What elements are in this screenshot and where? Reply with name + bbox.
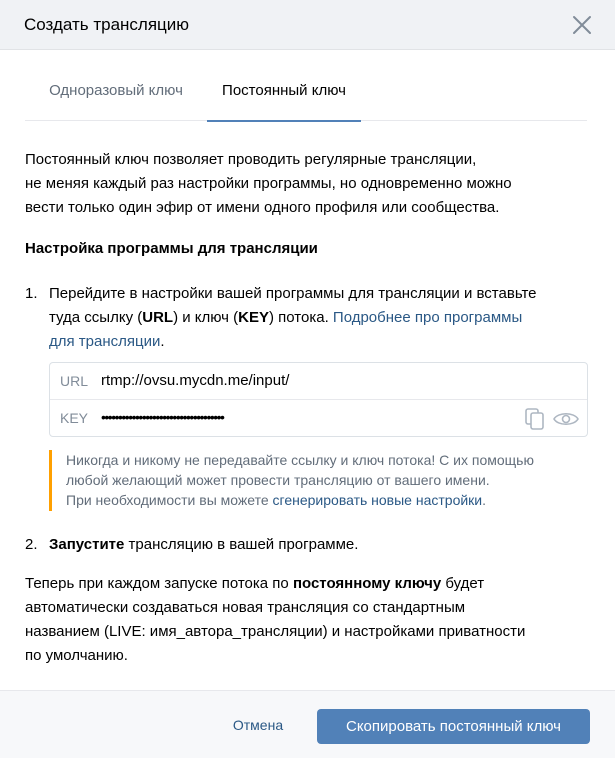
- step-1-text: Перейдите в настройки вашей программы дл…: [49, 282, 589, 354]
- dialog-title: Создать трансляцию: [24, 15, 190, 34]
- warning-line: любой желающий может провести трансляцию…: [66, 472, 490, 488]
- cancel-button[interactable]: Отмена: [214, 709, 302, 741]
- step-1-line: Перейдите в настройки вашей программы дл…: [49, 285, 537, 302]
- tab-permanent-key[interactable]: Постоянный ключ: [207, 73, 361, 122]
- permanent-key-term: постоянному ключу: [292, 575, 442, 592]
- step-1-line: для трансляции.: [49, 330, 589, 354]
- tab-one-time-key[interactable]: Одноразовый ключ: [25, 73, 207, 121]
- setup-title: Настройка программы для трансляции: [25, 240, 318, 257]
- text: ) потока.: [269, 309, 333, 326]
- warning-line: При необходимости вы можете сгенерироват…: [66, 490, 589, 510]
- text: При необходимости вы можете: [66, 492, 273, 508]
- final-line: Теперь при каждом запуске потока по пост…: [25, 572, 590, 596]
- final-line: автоматически создаваться новая трансляц…: [25, 599, 466, 616]
- final-line: названием (LIVE: имя_автора_трансляции) …: [25, 623, 526, 640]
- close-icon: [573, 16, 591, 34]
- key-value[interactable]: ••••••••••••••••••••••••••••••••••••: [101, 407, 225, 427]
- key-term: KEY: [238, 309, 269, 326]
- text: ) и ключ (: [173, 309, 239, 326]
- text: туда ссылку (: [49, 309, 143, 326]
- copy-icon: [525, 408, 544, 430]
- copy-permanent-key-button[interactable]: Скопировать постоянный ключ: [317, 709, 590, 744]
- step-1-number: 1.: [25, 285, 38, 302]
- key-label: KEY: [60, 410, 89, 426]
- url-value[interactable]: rtmp://ovsu.mycdn.me/input/: [101, 371, 289, 391]
- url-term: URL: [142, 309, 174, 326]
- step-2-bold: Запустите: [49, 536, 125, 553]
- dialog-header: Создать трансляцию: [0, 0, 615, 50]
- stream-credentials-box: URL rtmp://ovsu.mycdn.me/input/ KEY ••••…: [49, 362, 588, 437]
- description-line: вести только один эфир от имени одного п…: [25, 199, 500, 216]
- text: будет: [441, 575, 485, 592]
- programs-help-link-cont[interactable]: для трансляции: [49, 333, 160, 350]
- step-2-number: 2.: [25, 536, 38, 553]
- security-warning: Никогда и никому не передавайте ссылку и…: [49, 450, 589, 511]
- copy-key-button[interactable]: [522, 407, 548, 431]
- warning-line: Никогда и никому не передавайте ссылку и…: [66, 452, 534, 468]
- text: .: [160, 333, 165, 350]
- step-2-text: Запустите трансляцию в вашей программе.: [49, 533, 358, 557]
- tab-bar: Одноразовый ключ Постоянный ключ: [25, 73, 587, 122]
- text: .: [482, 492, 487, 508]
- key-row: KEY ••••••••••••••••••••••••••••••••••••: [50, 400, 587, 437]
- final-line: по умолчанию.: [25, 647, 128, 664]
- dialog-footer: Отмена Скопировать постоянный ключ: [0, 690, 615, 758]
- description-line: Постоянный ключ позволяет проводить регу…: [25, 151, 477, 168]
- close-button[interactable]: [569, 12, 595, 38]
- url-label: URL: [60, 373, 89, 389]
- final-note: Теперь при каждом запуске потока по пост…: [25, 572, 590, 668]
- url-row: URL rtmp://ovsu.mycdn.me/input/: [50, 363, 587, 400]
- description-line: не меняя каждый раз настройки программы,…: [25, 175, 512, 192]
- text: Теперь при каждом запуске потока по: [25, 575, 293, 592]
- description: Постоянный ключ позволяет проводить регу…: [25, 148, 585, 220]
- regenerate-settings-link[interactable]: сгенерировать новые настройки: [273, 492, 483, 508]
- programs-help-link[interactable]: Подробнее про программы: [333, 309, 522, 326]
- show-key-button[interactable]: [552, 407, 579, 431]
- text: трансляцию в вашей программе.: [124, 536, 359, 553]
- step-1-line: туда ссылку (URL) и ключ (KEY) потока. П…: [49, 306, 589, 330]
- eye-icon: [553, 412, 579, 426]
